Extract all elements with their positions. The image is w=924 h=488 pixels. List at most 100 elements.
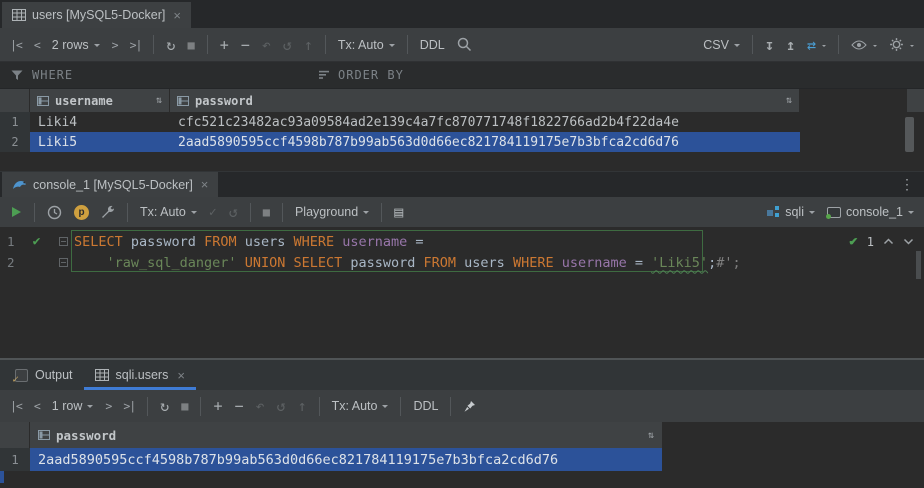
commit-check-icon[interactable]: ✓ [209, 205, 217, 220]
search-icon[interactable] [457, 37, 472, 52]
stop-icon[interactable]: ■ [263, 205, 270, 219]
editor-scrollbar[interactable] [916, 251, 921, 279]
column-header-password[interactable]: password ⇅ [30, 422, 662, 448]
next-page-button[interactable]: > [105, 399, 111, 413]
close-icon[interactable]: × [177, 369, 185, 382]
add-row-button[interactable]: + [220, 36, 229, 54]
editor-line-2[interactable]: 2 'raw_sql_danger' UNION SELECT password… [0, 252, 924, 273]
code-text[interactable]: SELECT password FROM users WHERE usernam… [74, 234, 424, 250]
cell-password[interactable]: 2aad5890595ccf4598b787b99ab563d0d66ec821… [30, 448, 662, 471]
prev-page-button[interactable]: < [34, 38, 40, 52]
delete-row-button[interactable]: − [234, 397, 243, 415]
cell-username[interactable]: Liki5 [30, 132, 170, 152]
rollback-icon[interactable]: ↺ [229, 203, 238, 221]
editor-line-1[interactable]: 1 ✔ SELECT password FROM users WHERE use… [0, 231, 924, 252]
cell-password[interactable]: cfc521c23482ac93a09584ad2e139c4a7fc87077… [170, 112, 800, 132]
statement-success-check-icon: ✔ [21, 234, 52, 249]
history-clock-icon[interactable] [47, 205, 62, 220]
settings-gear-icon[interactable] [889, 37, 914, 52]
refresh-icon[interactable]: ↻ [160, 397, 169, 415]
column-header-password[interactable]: password ⇅ [170, 89, 800, 112]
tab-result-label: sqli.users [116, 368, 169, 382]
sort-icon[interactable]: ⇅ [786, 95, 792, 106]
where-filter-placeholder: WHERE [32, 68, 73, 82]
import-upload-icon[interactable]: ↥ [786, 36, 795, 54]
first-page-button[interactable]: |< [10, 399, 22, 413]
tab-users-table[interactable]: users [MySQL5-Docker] × [2, 2, 191, 28]
tab-output[interactable]: ↓ Output [4, 360, 84, 390]
chevron-down-icon [873, 45, 877, 49]
chevron-down-icon [734, 44, 740, 50]
last-page-button[interactable]: >| [130, 38, 142, 52]
more-options-kebab-icon[interactable]: ⋮ [900, 176, 924, 193]
export-format-dropdown[interactable]: CSV [703, 38, 740, 52]
undo-icon[interactable]: ↶ [262, 36, 271, 54]
chevron-down-icon [87, 405, 93, 411]
page-size-dropdown[interactable]: 2 rows [52, 38, 100, 52]
compare-icon[interactable]: ⇄ [807, 36, 826, 54]
chevron-down-icon [382, 405, 388, 411]
cell-username[interactable]: Liki4 [30, 112, 170, 132]
schema-dropdown[interactable]: sqli [767, 205, 815, 219]
close-icon[interactable]: × [173, 9, 181, 22]
sort-icon[interactable]: ⇅ [648, 430, 654, 441]
revert-icon[interactable]: ↺ [277, 397, 286, 415]
toolbar-separator [147, 397, 148, 416]
session-dropdown[interactable]: console_1 [827, 205, 914, 219]
tab-console-label: console_1 [MySQL5-Docker] [33, 178, 193, 192]
chevron-down-icon [191, 211, 197, 217]
wrench-icon[interactable] [101, 205, 115, 219]
output-view-icon[interactable]: ▤ [394, 203, 403, 221]
tx-mode-dropdown[interactable]: Tx: Auto [338, 38, 395, 52]
view-options-eye-icon[interactable] [851, 40, 877, 50]
add-row-button[interactable]: + [213, 397, 222, 415]
column-header-username[interactable]: username ⇅ [30, 89, 170, 112]
tx-mode-dropdown[interactable]: Tx: Auto [332, 399, 389, 413]
cell-password[interactable]: 2aad5890595ccf4598b787b99ab563d0d66ec821… [170, 132, 800, 152]
prev-page-button[interactable]: < [34, 399, 40, 413]
next-page-button[interactable]: > [112, 38, 118, 52]
playground-mode-dropdown[interactable]: Playground [295, 205, 369, 219]
vertical-scrollbar[interactable] [905, 117, 914, 152]
refresh-icon[interactable]: ↻ [166, 36, 175, 54]
where-filter-input[interactable]: WHERE [0, 68, 308, 82]
sql-editor[interactable]: 1 ✔ SELECT password FROM users WHERE use… [0, 227, 924, 358]
row-number: 2 [0, 132, 30, 152]
tab-console[interactable]: console_1 [MySQL5-Docker] × [2, 172, 218, 197]
submit-icon[interactable]: ↑ [304, 36, 313, 54]
console-toolbar-right: sqli console_1 [767, 205, 914, 219]
pin-icon[interactable] [463, 400, 476, 413]
tx-mode-dropdown[interactable]: Tx: Auto [140, 205, 197, 219]
first-page-button[interactable]: |< [10, 38, 22, 52]
chevron-up-icon[interactable] [883, 238, 894, 245]
run-play-icon[interactable] [10, 206, 22, 218]
profiler-icon[interactable]: p [74, 205, 89, 220]
stop-icon[interactable]: ■ [181, 399, 188, 413]
table-row-selected[interactable]: 1 2aad5890595ccf4598b787b99ab563d0d66ec8… [0, 448, 924, 471]
ddl-button[interactable]: DDL [420, 38, 445, 52]
chevron-down-icon[interactable] [903, 238, 914, 245]
revert-icon[interactable]: ↺ [283, 36, 292, 54]
submit-icon[interactable]: ↑ [298, 397, 307, 415]
close-icon[interactable]: × [201, 178, 209, 191]
ddl-button[interactable]: DDL [413, 399, 438, 413]
toolbar-separator [400, 397, 401, 416]
tab-result-sqli-users[interactable]: sqli.users × [84, 360, 196, 390]
toolbar-separator [838, 35, 839, 54]
sort-icon[interactable]: ⇅ [156, 95, 162, 106]
toolbar-separator [450, 397, 451, 416]
code-text[interactable]: 'raw_sql_danger' UNION SELECT password F… [74, 255, 741, 271]
table-row-selected[interactable]: 2 Liki5 2aad5890595ccf4598b787b99ab563d0… [0, 132, 924, 152]
result-grid-header: password ⇅ [0, 422, 924, 448]
stop-icon[interactable]: ■ [187, 38, 194, 52]
page-size-dropdown[interactable]: 1 row [52, 399, 94, 413]
undo-icon[interactable]: ↶ [256, 397, 265, 415]
delete-row-button[interactable]: − [241, 36, 250, 54]
order-by-input[interactable]: ORDER BY [308, 68, 404, 82]
fold-marker-icon[interactable] [52, 237, 74, 246]
table-row[interactable]: 1 Liki4 cfc521c23482ac93a09584ad2e139c4a… [0, 112, 924, 132]
last-page-button[interactable]: >| [123, 399, 135, 413]
column-header-label: password [195, 94, 253, 108]
export-download-icon[interactable]: ↧ [765, 36, 774, 54]
fold-marker-icon[interactable] [52, 258, 74, 267]
